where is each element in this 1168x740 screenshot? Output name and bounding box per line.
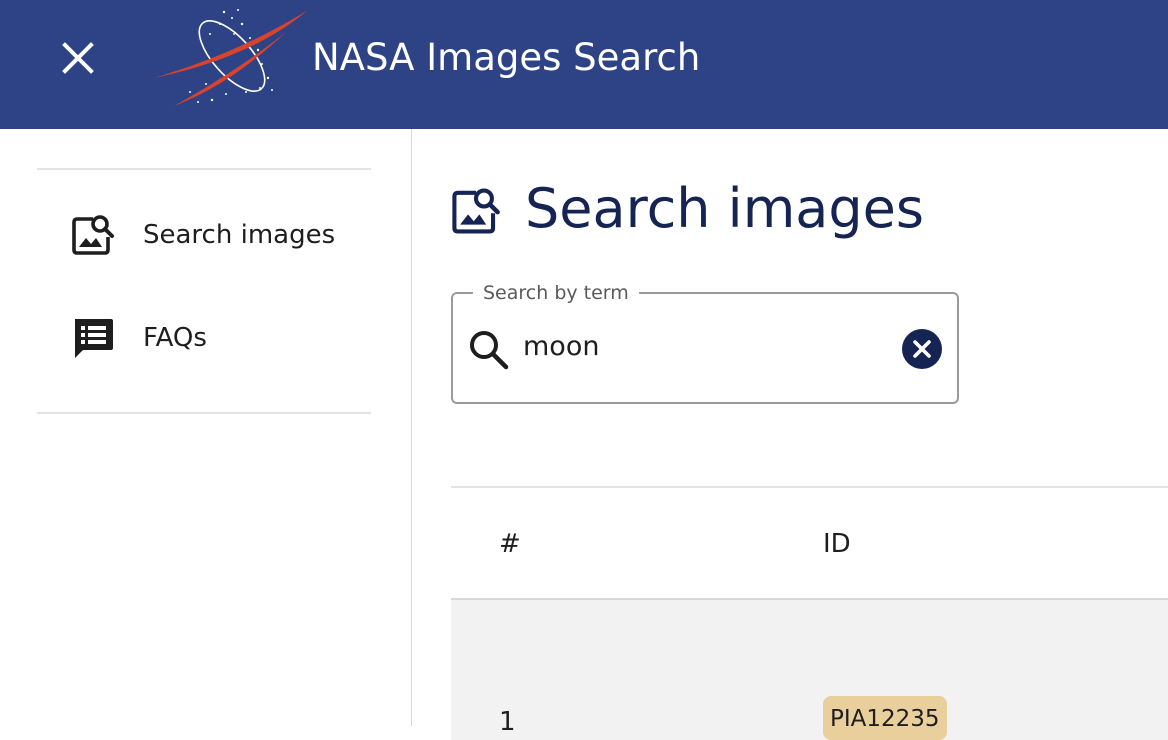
sidebar-divider-top (37, 168, 371, 170)
search-input[interactable] (523, 324, 883, 368)
close-button[interactable] (56, 36, 100, 80)
sidebar-item-label: FAQs (143, 323, 207, 353)
column-header-id[interactable]: ID (823, 526, 851, 562)
chat-list-icon (75, 319, 113, 358)
results-table: # ID 1 PIA12235 (451, 486, 1168, 740)
search-field-label: Search by term (473, 280, 639, 306)
image-id-chip[interactable]: PIA12235 (823, 696, 947, 740)
clear-circle-icon[interactable] (901, 328, 943, 370)
table-header-row: # ID (451, 488, 1168, 600)
search-field[interactable]: Search by term (451, 280, 959, 404)
sidebar-divider-bottom (37, 412, 371, 414)
sidebar-item-search-images[interactable]: Search images (37, 190, 371, 280)
row-index: 1 (499, 707, 516, 737)
main-content: Search images Search by term # ID 1 PIA1… (413, 129, 1168, 740)
image-search-icon (452, 188, 500, 234)
table-row[interactable]: 1 PIA12235 (451, 600, 1168, 740)
image-search-icon (72, 215, 114, 255)
nasa-swoosh-logo (154, 9, 308, 106)
sidebar-item-faqs[interactable]: FAQs (37, 293, 371, 383)
close-icon (62, 42, 94, 74)
app-title: NASA Images Search (312, 36, 701, 79)
page-title: Search images (525, 177, 925, 240)
sidebar-item-label: Search images (143, 220, 336, 250)
column-header-index[interactable]: # (499, 526, 521, 562)
search-icon (470, 331, 509, 370)
app-header: NASA Images Search (0, 0, 1168, 129)
sidebar: Search images FAQs (0, 129, 412, 726)
